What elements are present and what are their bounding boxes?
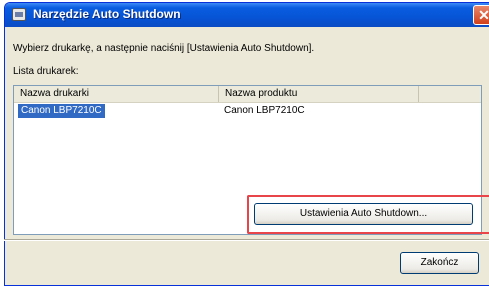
printer-name-cell[interactable]: Canon LBP7210C <box>18 104 105 118</box>
column-header-printer-name[interactable]: Nazwa drukarki <box>14 86 219 102</box>
finish-button[interactable]: Zakończ <box>400 252 479 274</box>
list-item[interactable]: Canon LBP7210C Canon LBP7210C <box>14 104 481 118</box>
printer-app-icon <box>12 8 26 21</box>
list-header: Nazwa drukarki Nazwa produktu <box>14 86 481 103</box>
window-title: Narzędzie Auto Shutdown <box>33 7 181 21</box>
title-bar[interactable]: Narzędzie Auto Shutdown ✕ <box>5 3 489 27</box>
auto-shutdown-settings-button[interactable]: Ustawienia Auto Shutdown... <box>254 203 473 225</box>
product-name-cell[interactable]: Canon LBP7210C <box>224 104 305 118</box>
instruction-text: Wybierz drukarkę, a następnie naciśnij [… <box>13 43 315 54</box>
column-header-product-name[interactable]: Nazwa produktu <box>219 86 419 102</box>
printer-list-label: Lista drukarek: <box>13 66 79 77</box>
close-window-button[interactable]: ✕ <box>473 5 489 25</box>
separator <box>4 239 489 241</box>
